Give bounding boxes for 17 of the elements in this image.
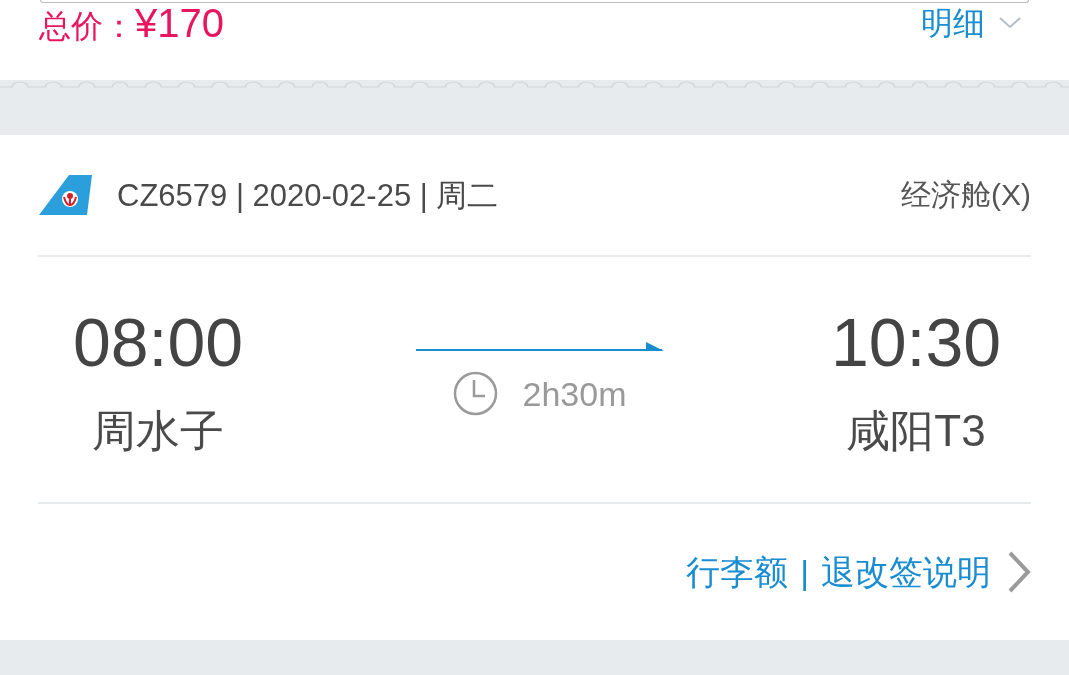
airline-tail-logo-icon [38, 175, 92, 215]
total-price-label: 总价： [39, 10, 135, 42]
arrival-time: 10:30 [830, 305, 1002, 379]
policy-link[interactable]: 行李额 [686, 555, 789, 589]
total-price: ¥170 [135, 3, 224, 43]
departure-time: 08:00 [72, 305, 244, 379]
details-toggle[interactable]: 明细 [921, 7, 1021, 39]
chevron-right-icon [1007, 551, 1031, 593]
policy-link[interactable]: 退改签说明 [821, 555, 991, 589]
clock-icon [452, 371, 498, 416]
departure-airport: 周水子 [92, 405, 224, 457]
chevron-down-icon [999, 17, 1021, 29]
flight-summary: CZ6579 | 2020-02-25 | 周二 [117, 179, 499, 211]
flight-duration: 2h30m [522, 376, 627, 411]
link-separator: | [800, 555, 809, 589]
cabin-class: 经济舱(X) [901, 180, 1031, 210]
arrival-airport: 咸阳T3 [846, 405, 986, 457]
